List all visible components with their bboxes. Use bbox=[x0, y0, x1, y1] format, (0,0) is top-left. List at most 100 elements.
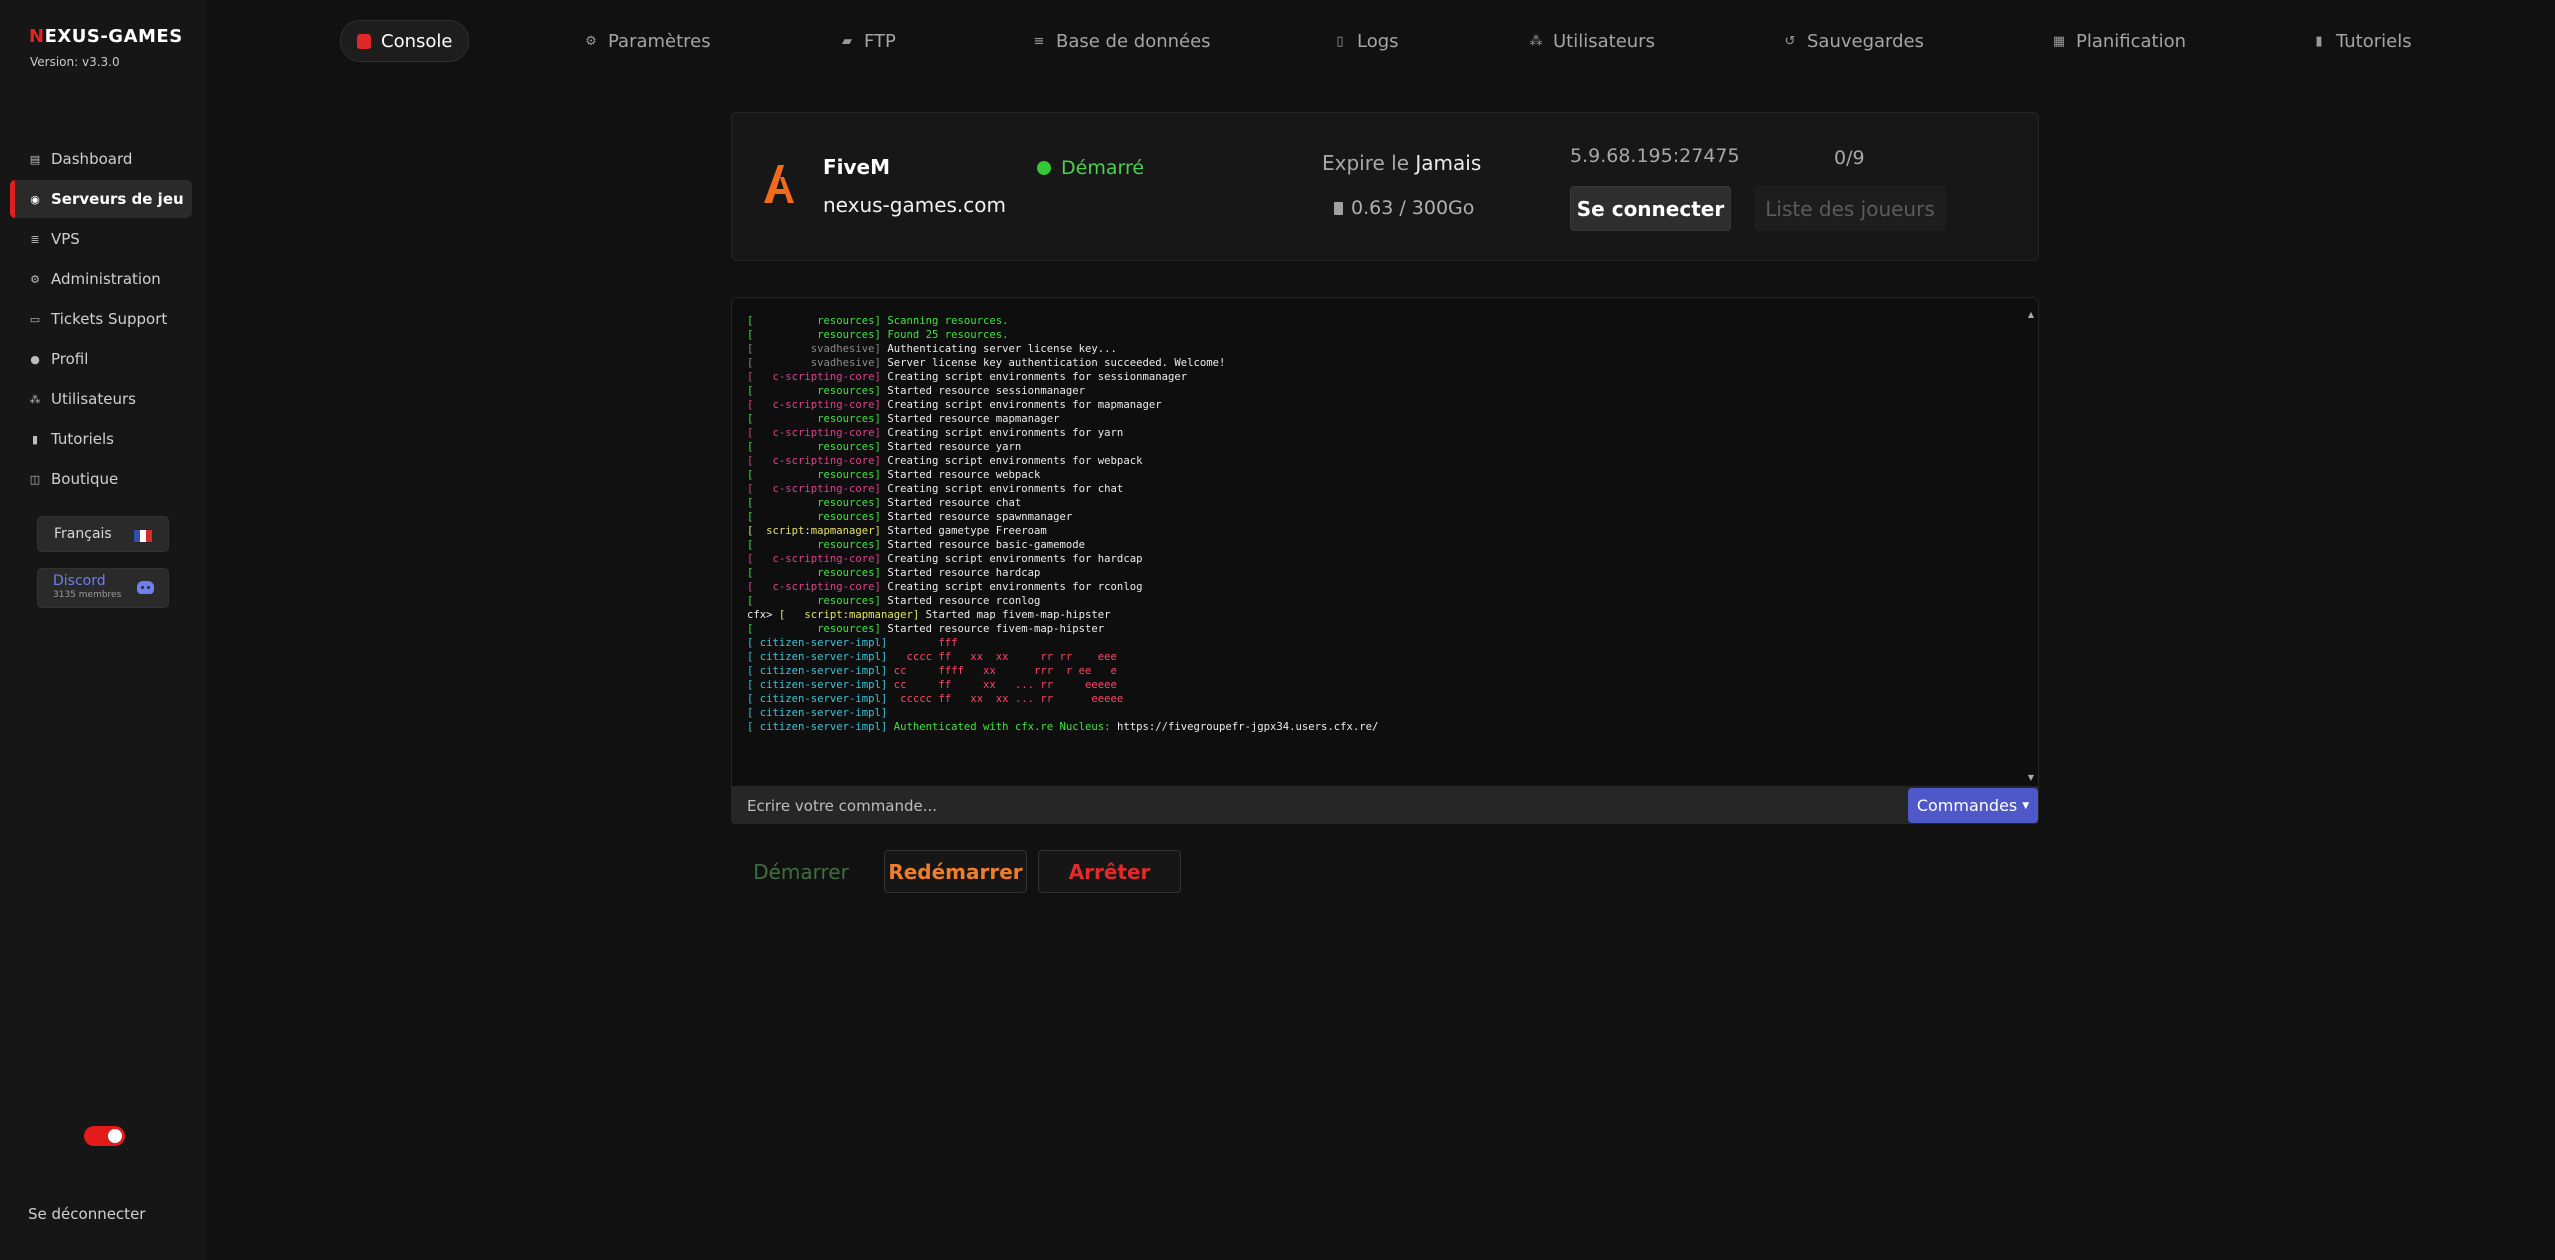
connect-button[interactable]: Se connecter bbox=[1570, 186, 1731, 231]
tab-label: Utilisateurs bbox=[1553, 30, 1655, 52]
language-selector[interactable]: Français bbox=[37, 516, 169, 552]
console-segment: [ c-scripting-core] bbox=[747, 483, 888, 495]
console-segment: [ c-scripting-core] bbox=[747, 427, 888, 439]
brand-logo[interactable]: NEXUS-GAMES bbox=[29, 26, 183, 47]
server-ip: 5.9.68.195:27475 bbox=[1570, 145, 1740, 167]
tab-ftp[interactable]: ▰ FTP bbox=[840, 20, 896, 62]
tab-settings[interactable]: ⚙ Paramètres bbox=[584, 20, 711, 62]
console-segment: Creating script environments for rconlog bbox=[887, 581, 1143, 593]
user-icon: ● bbox=[30, 352, 40, 366]
disk-usage-text: 0.63 / 300Go bbox=[1351, 197, 1475, 219]
console-segment: [ c-scripting-core] bbox=[747, 399, 888, 411]
tab-label: Base de données bbox=[1056, 30, 1211, 52]
status-text: Démarré bbox=[1061, 157, 1145, 179]
console-segment: Authenticated with cfx.re Nucleus: bbox=[893, 721, 1117, 733]
discord-button[interactable]: Discord 3135 membres bbox=[37, 568, 169, 608]
folder-icon: ▰ bbox=[842, 33, 852, 49]
sidebar-item-users[interactable]: ⁂ Utilisateurs bbox=[10, 380, 192, 418]
disk-icon bbox=[1334, 201, 1343, 215]
player-list-button[interactable]: Liste des joueurs bbox=[1754, 186, 1946, 231]
tab-logs[interactable]: ▯ Logs bbox=[1333, 20, 1398, 62]
sidebar-item-administration[interactable]: ⚙ Administration bbox=[10, 260, 192, 298]
sidebar-item-game-servers[interactable]: ◉ Serveurs de jeu bbox=[10, 180, 192, 218]
database-icon: ≡ bbox=[1033, 33, 1045, 49]
console-segment: Started map fivem-map-hipster bbox=[925, 609, 1111, 621]
sidebar-item-dashboard[interactable]: ▤ Dashboard bbox=[10, 140, 192, 178]
gear-icon: ⚙ bbox=[30, 272, 40, 286]
console-segment: Started resource mapmanager bbox=[887, 413, 1060, 425]
language-label: Français bbox=[54, 526, 112, 542]
sidebar-item-shop[interactable]: ◫ Boutique bbox=[10, 460, 192, 498]
console-segment: [ citizen-server-impl] bbox=[747, 707, 894, 719]
sidebar-item-tutorials[interactable]: ▮ Tutoriels bbox=[10, 420, 192, 458]
console-segment: Started resource chat bbox=[887, 497, 1022, 509]
console-line: cfx> [ script:mapmanager] Started map fi… bbox=[747, 608, 1378, 622]
console-segment: [ script:mapmanager] bbox=[747, 525, 888, 537]
console-segment: [ resources] bbox=[747, 413, 888, 425]
dashboard-icon: ▤ bbox=[29, 152, 41, 166]
tab-label: Sauvegardes bbox=[1807, 30, 1925, 52]
calendar-icon: ▦ bbox=[2052, 33, 2066, 49]
console-line: [ resources] Started resource spawnmanag… bbox=[747, 510, 1378, 524]
commands-dropdown-button[interactable]: Commandes ▼ bbox=[1908, 788, 2038, 823]
console-segment: Creating script environments for webpack bbox=[887, 455, 1143, 467]
tab-database[interactable]: ≡ Base de données bbox=[1032, 20, 1211, 62]
console-line: [ resources] Scanning resources. bbox=[747, 314, 1378, 328]
console-segment: [ resources] bbox=[747, 329, 888, 341]
console-segment: [ resources] bbox=[747, 567, 888, 579]
tab-scheduling[interactable]: ▦ Planification bbox=[2052, 20, 2186, 62]
tab-tutorials[interactable]: ▮ Tutoriels bbox=[2312, 20, 2411, 62]
console-segment: Authenticating server license key... bbox=[887, 343, 1117, 355]
sidebar-item-label: Utilisateurs bbox=[51, 390, 136, 408]
status-dot-icon bbox=[1037, 161, 1051, 175]
console-segment: Started resource fivem-map-hipster bbox=[887, 623, 1105, 635]
console-segment: [ citizen-server-impl] bbox=[747, 693, 894, 705]
sidebar-item-profile[interactable]: ● Profil bbox=[10, 340, 192, 378]
sidebar-item-tickets[interactable]: ▭ Tickets Support bbox=[10, 300, 192, 338]
console-line: [ citizen-server-impl] cc ff xx ... rr e… bbox=[747, 678, 1378, 692]
tab-console[interactable]: Console bbox=[340, 20, 470, 62]
console-output[interactable]: [ resources] Scanning resources.[ resour… bbox=[731, 297, 2039, 787]
gear-icon: ⚙ bbox=[585, 33, 597, 49]
expiry-info: Expire le Jamais bbox=[1322, 151, 1481, 175]
logout-link[interactable]: Se déconnecter bbox=[28, 1205, 145, 1223]
console-line: [ c-scripting-core] Creating script envi… bbox=[747, 426, 1378, 440]
start-button[interactable]: Démarrer bbox=[740, 850, 862, 893]
scroll-up-icon[interactable]: ▲ bbox=[2028, 310, 2034, 319]
console-line: [ resources] Started resource hardcap bbox=[747, 566, 1378, 580]
console-segment: [ resources] bbox=[747, 385, 888, 397]
tab-label: Paramètres bbox=[608, 30, 711, 52]
console-segment: Found 25 resources. bbox=[887, 329, 1009, 341]
french-flag-icon bbox=[134, 530, 152, 542]
sidebar: NEXUS-GAMES Version: v3.3.0 ▤ Dashboard ◉… bbox=[0, 0, 207, 1260]
console-line: [ citizen-server-impl] cc ffff xx rrr r … bbox=[747, 664, 1378, 678]
tab-users[interactable]: ⁂ Utilisateurs bbox=[1529, 20, 1655, 62]
console-segment: Started gametype Freeroam bbox=[887, 525, 1047, 537]
tab-backups[interactable]: ↺ Sauvegardes bbox=[1783, 20, 1924, 62]
console-segment: Creating script environments for chat bbox=[887, 483, 1124, 495]
sidebar-item-label: Administration bbox=[51, 270, 161, 288]
sidebar-item-label: Dashboard bbox=[51, 150, 133, 168]
expiry-label: Expire le bbox=[1322, 151, 1410, 175]
console-segment: Scanning resources. bbox=[887, 315, 1009, 327]
console-segment: [ resources] bbox=[747, 497, 888, 509]
restart-button[interactable]: Redémarrer bbox=[884, 850, 1027, 893]
theme-toggle[interactable] bbox=[84, 1126, 125, 1146]
console-icon bbox=[357, 33, 371, 49]
console-line: [ citizen-server-impl] Authenticated wit… bbox=[747, 720, 1378, 734]
console-segment: [ citizen-server-impl] bbox=[747, 721, 894, 733]
tab-label: Planification bbox=[2076, 30, 2187, 52]
console-line: [ resources] Started resource basic-game… bbox=[747, 538, 1378, 552]
history-icon: ↺ bbox=[1784, 33, 1796, 49]
scroll-down-icon[interactable]: ▼ bbox=[2028, 773, 2034, 782]
ticket-icon: ▭ bbox=[29, 312, 41, 326]
console-segment: cc ffff xx rrr r ee e bbox=[893, 665, 1117, 677]
command-input[interactable] bbox=[731, 787, 1906, 824]
cart-icon: ◫ bbox=[29, 472, 41, 486]
console-segment: [ resources] bbox=[747, 441, 888, 453]
sidebar-item-vps[interactable]: ≣ VPS bbox=[10, 220, 192, 258]
console-segment: https://fivegroupefr-jgpx34.users.cfx.re… bbox=[1116, 721, 1379, 733]
console-line: [ c-scripting-core] Creating script envi… bbox=[747, 398, 1378, 412]
server-hostname: nexus-games.com bbox=[823, 193, 1007, 217]
stop-button[interactable]: Arrêter bbox=[1038, 850, 1181, 893]
